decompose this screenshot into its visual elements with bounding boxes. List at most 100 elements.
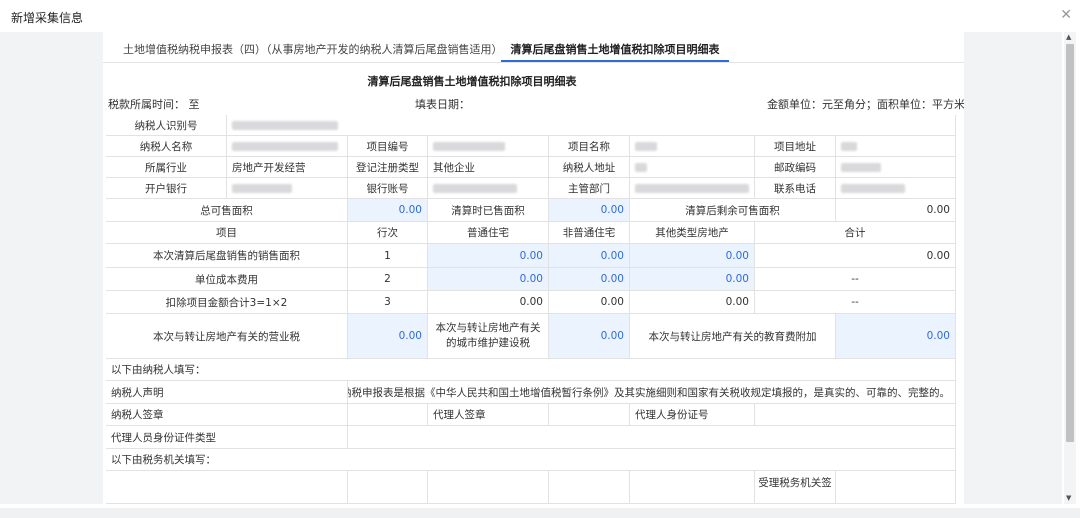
tax-period: 税款所属时间： 至	[108, 96, 200, 112]
authority-value	[630, 178, 755, 199]
dialog-footer	[0, 508, 1080, 518]
vertical-scrollbar[interactable]: ▲ ▼	[1064, 32, 1076, 504]
edu-tax-label: 本次与转让房地产有关的教育费附加	[630, 314, 836, 359]
postcode-value	[836, 157, 956, 178]
taxpayer-id-value	[227, 115, 956, 136]
bank-value	[227, 178, 348, 199]
scrollbar-thumb[interactable]	[1066, 44, 1074, 442]
row2-ordinary-input[interactable]: 0.00	[428, 268, 549, 291]
taxpayer-name-label: 纳税人名称	[106, 136, 227, 157]
project-name-label: 项目名称	[549, 136, 630, 157]
form-panel: 土地增值税纳税申报表（四）（从事房地产开发的纳税人清算后尾盘销售适用） 清算后尾…	[103, 32, 964, 504]
declaration-label: 纳税人声明	[106, 381, 348, 404]
project-no-value	[428, 136, 549, 157]
taxpayer-address-value	[630, 157, 755, 178]
declaration-text: 此纳税申报表是根据《中华人民共和国土地增值税暂行条例》及其实施细则和国家有关税收…	[348, 381, 956, 404]
tab-deduction-detail[interactable]: 清算后尾盘销售土地增值税扣除项目明细表	[501, 41, 729, 57]
account-label: 银行账号	[348, 178, 428, 199]
tax-authority-section-header: 以下由税务机关填写：	[106, 449, 956, 471]
agent-id-label: 代理人身份证号	[630, 404, 755, 426]
row1-item: 本次清算后尾盘销售的销售面积	[106, 244, 348, 268]
authority-cell-2	[348, 471, 428, 504]
project-no-label: 项目编号	[348, 136, 428, 157]
form-title: 清算后尾盘销售土地增值税扣除项目明细表	[367, 75, 577, 88]
unit-note: 金额单位：元至角分；面积单位：平方米	[767, 98, 964, 111]
row1-total: 0.00	[755, 244, 956, 268]
authority-label: 主管部门	[549, 178, 630, 199]
row2-total: --	[755, 268, 956, 291]
sold-area-input[interactable]: 0.00	[549, 199, 630, 222]
taxpayer-address-label: 纳税人地址	[549, 157, 630, 178]
authority-cell-4	[549, 471, 630, 504]
active-tab-indicator	[501, 60, 729, 62]
row1-ordinary-input[interactable]: 0.00	[428, 244, 549, 268]
project-address-label: 项目地址	[755, 136, 836, 157]
deduction-detail-table: 纳税人识别号 纳税人名称 项目编号 项目名称 项目地址 所属行业 房地产开发经营…	[106, 115, 956, 504]
taxpayer-section-header: 以下由纳税人填写：	[106, 359, 956, 381]
agent-id-value[interactable]	[755, 404, 956, 426]
urban-tax-input[interactable]: 0.00	[549, 314, 630, 359]
agent-id-type-label: 代理人员身份证件类型	[106, 426, 348, 449]
scroll-up-icon[interactable]: ▲	[1066, 33, 1071, 41]
header-ordinary-residential: 普通住宅	[428, 222, 549, 244]
tax-period-label: 税款所属时间：	[108, 98, 185, 111]
row1-other-input[interactable]: 0.00	[630, 244, 755, 268]
receiving-authority-value	[836, 471, 956, 504]
phone-value	[836, 178, 956, 199]
account-value	[428, 178, 549, 199]
tax-period-to: 至	[188, 98, 200, 111]
close-icon[interactable]: ✕	[1060, 7, 1072, 23]
postcode-label: 邮政编码	[755, 157, 836, 178]
business-tax-input[interactable]: 0.00	[348, 314, 428, 359]
header-item: 项目	[106, 222, 348, 244]
row3-other: 0.00	[630, 291, 755, 314]
reg-type-label: 登记注册类型	[348, 157, 428, 178]
sold-area-label: 清算时已售面积	[428, 199, 549, 222]
business-tax-label: 本次与转让房地产有关的营业税	[106, 314, 348, 359]
header-total: 合计	[755, 222, 956, 244]
fill-date-label: 填表日期：	[415, 98, 470, 111]
dialog-title: 新增采集信息	[11, 11, 84, 25]
row3-non-ordinary: 0.00	[549, 291, 630, 314]
agent-sign-value[interactable]	[549, 404, 630, 426]
taxpayer-name-value	[227, 136, 348, 157]
project-name-value	[630, 136, 755, 157]
scroll-down-icon[interactable]: ▼	[1066, 494, 1071, 502]
taxpayer-id-label: 纳税人识别号	[106, 115, 227, 136]
row3-ordinary: 0.00	[428, 291, 549, 314]
industry-label: 所属行业	[106, 157, 227, 178]
reg-type-value: 其他企业	[428, 157, 549, 178]
urban-tax-label: 本次与转让房地产有关的城市维护建设税	[428, 314, 549, 359]
header-other-property: 其他类型房地产	[630, 222, 755, 244]
project-address-value	[836, 136, 956, 157]
dialog-titlebar: 新增采集信息 ✕	[0, 0, 1080, 32]
agent-id-type-value[interactable]	[348, 426, 956, 449]
authority-cell-5	[630, 471, 755, 504]
taxpayer-sign-value[interactable]	[348, 404, 428, 426]
row2-other-input[interactable]: 0.00	[630, 268, 755, 291]
receiving-authority-label: 受理税务机关签	[755, 471, 836, 504]
taxpayer-sign-label: 纳税人签章	[106, 404, 348, 426]
authority-cell-1	[106, 471, 348, 504]
row1-line: 1	[348, 244, 428, 268]
row3-line: 3	[348, 291, 428, 314]
total-area-input[interactable]: 0.00	[348, 199, 428, 222]
row2-item: 单位成本费用	[106, 268, 348, 291]
agent-sign-label: 代理人签章	[428, 404, 549, 426]
header-line-no: 行次	[348, 222, 428, 244]
row3-total: --	[755, 291, 956, 314]
tab-land-vat-return-4[interactable]: 土地增值税纳税申报表（四）（从事房地产开发的纳税人清算后尾盘销售适用）	[123, 41, 503, 57]
bank-label: 开户银行	[106, 178, 227, 199]
row2-non-ordinary-input[interactable]: 0.00	[549, 268, 630, 291]
total-area-label: 总可售面积	[106, 199, 348, 222]
row3-item: 扣除项目金额合计3=1×2	[106, 291, 348, 314]
header-non-ordinary-residential: 非普通住宅	[549, 222, 630, 244]
remaining-area-label: 清算后剩余可售面积	[630, 199, 836, 222]
authority-cell-3	[428, 471, 549, 504]
row1-non-ordinary-input[interactable]: 0.00	[549, 244, 630, 268]
remaining-area-value: 0.00	[836, 199, 956, 222]
row2-line: 2	[348, 268, 428, 291]
phone-label: 联系电话	[755, 178, 836, 199]
edu-tax-input[interactable]: 0.00	[836, 314, 956, 359]
tab-bar: 土地增值税纳税申报表（四）（从事房地产开发的纳税人清算后尾盘销售适用） 清算后尾…	[103, 32, 964, 63]
